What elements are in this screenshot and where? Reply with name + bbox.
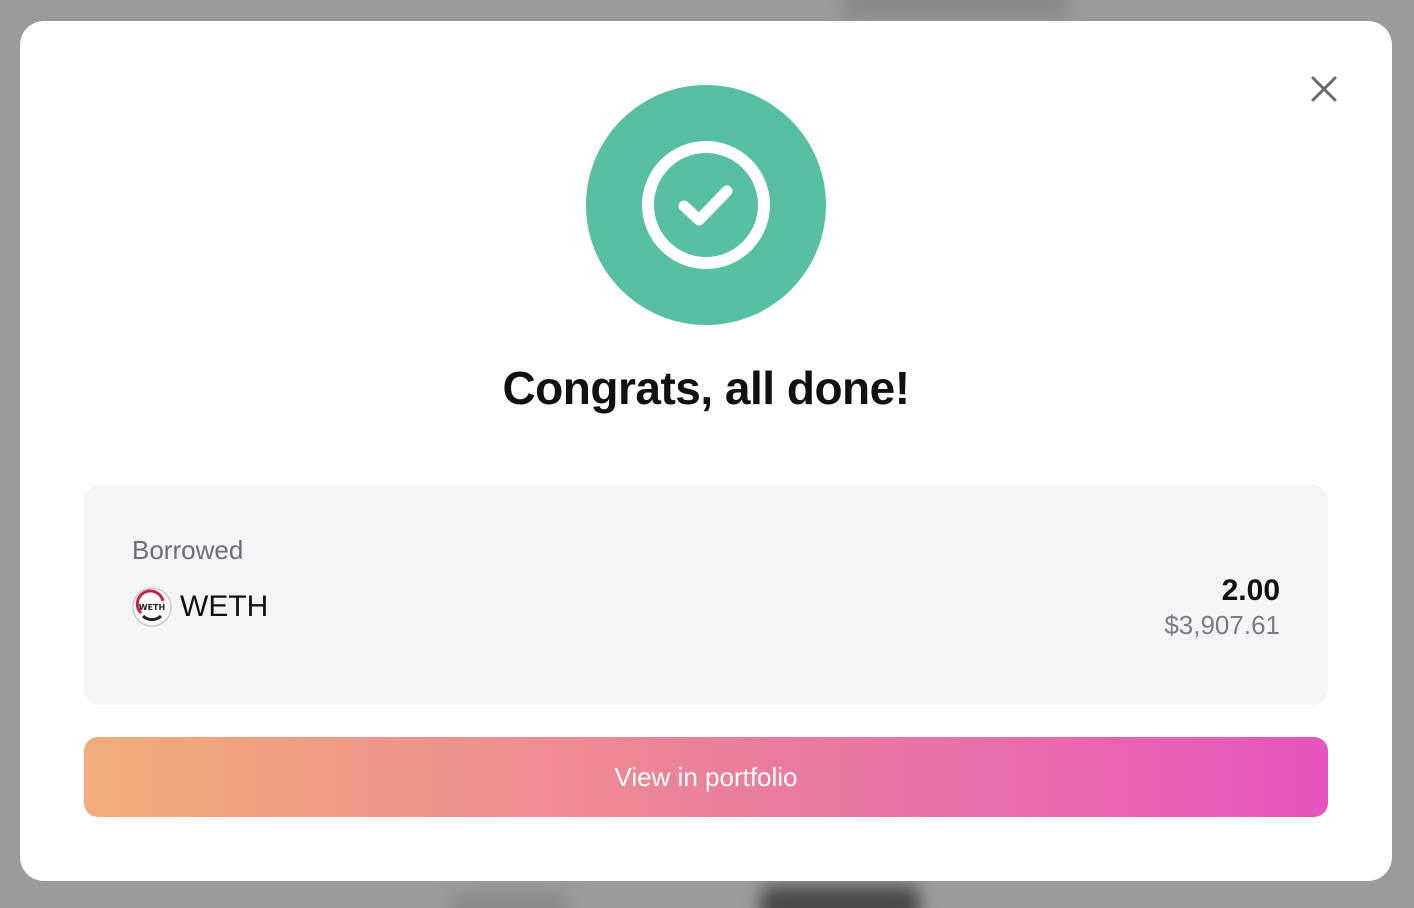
background-element [450, 892, 570, 908]
asset-symbol: WETH [180, 590, 269, 623]
close-button[interactable] [1306, 69, 1342, 109]
background-element [760, 886, 920, 908]
close-icon [1311, 76, 1337, 102]
success-badge [586, 85, 826, 325]
asset-row: WETH WETH [132, 587, 268, 627]
view-in-portfolio-button[interactable]: View in portfolio [84, 737, 1328, 817]
background-element [840, 0, 1070, 20]
borrowed-amount-usd: $3,907.61 [1164, 610, 1280, 640]
modal-backdrop[interactable]: Congrats, all done! Borrowed WETH WETH 2… [0, 0, 1414, 908]
borrowed-amount: 2.00 [1221, 574, 1280, 607]
summary-label: Borrowed [132, 535, 244, 565]
transaction-summary-card: Borrowed WETH WETH 2.00 $3,907.61 [84, 485, 1328, 705]
weth-logo-text: WETH [139, 603, 165, 612]
check-circle-icon [642, 141, 770, 269]
success-modal: Congrats, all done! Borrowed WETH WETH 2… [20, 21, 1392, 881]
amount-block: 2.00 $3,907.61 [1164, 573, 1280, 641]
weth-token-logo: WETH [132, 587, 172, 627]
page-title: Congrats, all done! [502, 362, 910, 414]
